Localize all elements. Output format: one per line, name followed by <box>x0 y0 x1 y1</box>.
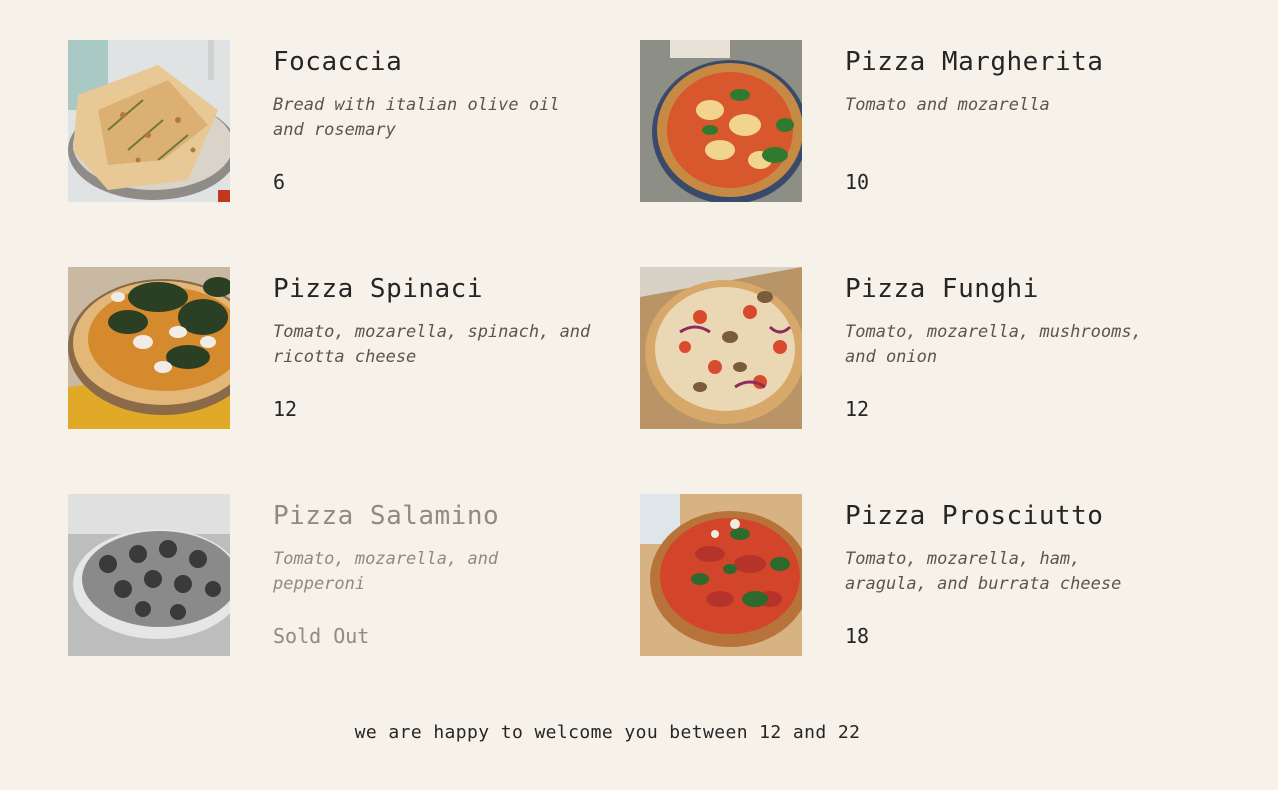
pizza-margherita-photo <box>640 40 802 202</box>
item-name: Focaccia <box>273 47 403 77</box>
menu-item-prosciutto: Pizza Prosciutto Tomato, mozarella, ham,… <box>640 494 1180 656</box>
item-name: Pizza Spinaci <box>273 274 483 304</box>
menu-item-salamino: Pizza Salamino Tomato, mozarella, and pe… <box>68 494 608 656</box>
item-price: 12 <box>845 397 870 421</box>
focaccia-photo <box>68 40 230 202</box>
pizza-funghi-photo <box>640 267 802 429</box>
item-name: Pizza Salamino <box>273 501 500 531</box>
item-ingredients: Tomato, mozarella, and pepperoni <box>273 549 499 594</box>
item-ingredients: Tomato, mozarella, ham, aragula, and bur… <box>845 549 1122 594</box>
pizza-spinaci-photo <box>68 267 230 429</box>
pizza-menu: Focaccia Bread with italian olive oil an… <box>0 0 1278 790</box>
item-ingredients: Bread with italian olive oil and rosemar… <box>273 95 560 140</box>
opening-hours-text: we are happy to welcome you between 12 a… <box>354 722 861 743</box>
menu-item-focaccia: Focaccia Bread with italian olive oil an… <box>68 40 608 202</box>
item-ingredients: Tomato and mozarella <box>845 95 1050 115</box>
item-ingredients: Tomato, mozarella, spinach, and ricotta … <box>273 322 591 367</box>
item-price: 18 <box>845 624 870 648</box>
item-name: Pizza Funghi <box>845 274 1039 304</box>
menu-item-funghi: Pizza Funghi Tomato, mozarella, mushroom… <box>640 267 1180 429</box>
menu-item-margherita: Pizza Margherita Tomato and mozarella 10 <box>640 40 1180 202</box>
item-price: 12 <box>273 397 298 421</box>
pizza-salamino-photo <box>68 494 230 656</box>
item-name: Pizza Prosciutto <box>845 501 1104 531</box>
item-price: 6 <box>273 170 286 194</box>
item-ingredients: Tomato, mozarella, mushrooms, and onion <box>845 322 1142 367</box>
menu-item-spinaci: Pizza Spinaci Tomato, mozarella, spinach… <box>68 267 608 429</box>
sold-out-label: Sold Out <box>273 624 370 648</box>
item-price: 10 <box>845 170 870 194</box>
item-name: Pizza Margherita <box>845 47 1104 77</box>
pizza-prosciutto-photo <box>640 494 802 656</box>
